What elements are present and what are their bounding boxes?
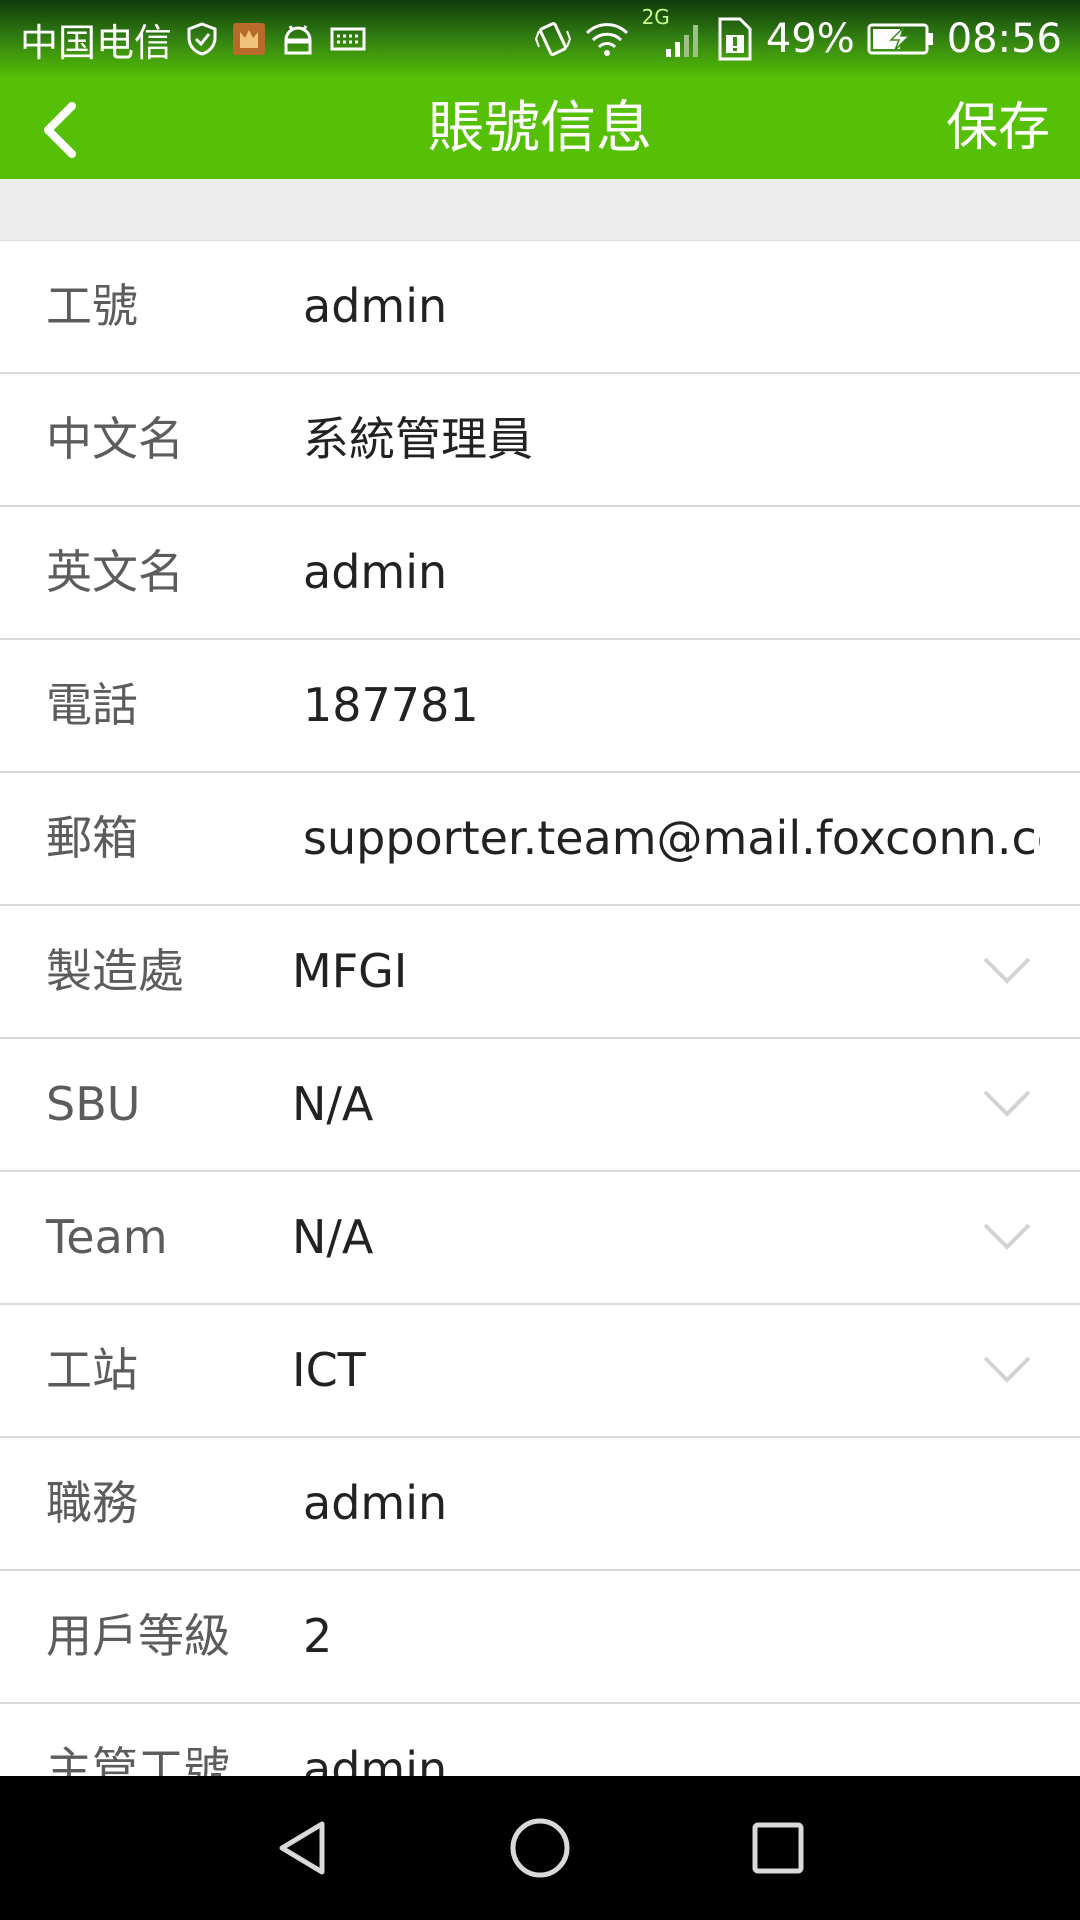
shield-icon	[186, 22, 218, 56]
field-row-phone: 電話 187781	[0, 640, 1080, 773]
app-notification-icon	[232, 22, 266, 56]
field-row-manufacturing-division[interactable]: 製造處 MFGI	[0, 906, 1080, 1039]
save-button[interactable]: 保存	[946, 78, 1050, 179]
chevron-down-icon[interactable]	[982, 1217, 1032, 1257]
keyboard-icon	[330, 25, 366, 53]
field-label: 製造處	[46, 944, 184, 998]
home-circle-icon	[508, 1816, 572, 1880]
battery-charging-icon	[867, 21, 935, 57]
field-row-position: 職務 admin	[0, 1438, 1080, 1571]
field-label: 主管工號	[46, 1742, 230, 1776]
field-label: 工站	[46, 1343, 138, 1397]
field-row-supervisor-id: 主管工號 admin	[0, 1704, 1080, 1776]
employee-id-field[interactable]: admin	[303, 241, 1040, 372]
field-label: 用戶等級	[46, 1609, 230, 1663]
system-nav-bar	[0, 1776, 1080, 1920]
battery-percent: 49%	[765, 16, 855, 62]
team-select[interactable]: N/A	[292, 1172, 942, 1303]
field-row-sbu[interactable]: SBU N/A	[0, 1039, 1080, 1172]
field-row-user-level: 用戶等級 2	[0, 1571, 1080, 1704]
field-label: SBU	[46, 1077, 141, 1131]
chinese-name-field[interactable]: 系統管理員	[303, 374, 1040, 505]
manufacturing-division-select[interactable]: MFGI	[292, 906, 942, 1037]
field-row-email: 郵箱 supporter.team@mail.foxconn.com	[0, 773, 1080, 906]
field-row-workstation[interactable]: 工站 ICT	[0, 1305, 1080, 1438]
back-triangle-icon	[274, 1818, 330, 1878]
wifi-icon	[584, 21, 630, 57]
field-label: 職務	[46, 1476, 138, 1530]
chevron-down-icon[interactable]	[982, 1350, 1032, 1390]
user-level-field[interactable]: 2	[303, 1571, 1040, 1702]
field-row-english-name: 英文名 admin	[0, 507, 1080, 640]
android-icon	[280, 22, 316, 56]
page-title: 賬號信息	[428, 96, 652, 161]
field-label: 英文名	[46, 545, 184, 599]
recents-square-icon	[750, 1820, 806, 1876]
nav-home-button[interactable]	[500, 1808, 580, 1888]
field-label: 中文名	[46, 412, 184, 466]
email-field[interactable]: supporter.team@mail.foxconn.com	[303, 773, 1040, 904]
account-form: 工號 admin 中文名 系統管理員 英文名 admin 電話 187781 郵…	[0, 241, 1080, 1776]
field-label: Team	[46, 1210, 168, 1264]
nav-recents-button[interactable]	[738, 1808, 818, 1888]
status-bar: 中国电信 2G 49% 08:56	[0, 0, 1080, 78]
workstation-select[interactable]: ICT	[292, 1305, 942, 1436]
sim-icon	[716, 17, 754, 61]
chevron-down-icon[interactable]	[982, 951, 1032, 991]
nav-back-button[interactable]	[262, 1808, 342, 1888]
field-label: 工號	[46, 279, 138, 333]
phone-field[interactable]: 187781	[303, 640, 1040, 771]
chevron-down-icon[interactable]	[982, 1084, 1032, 1124]
english-name-field[interactable]: admin	[303, 507, 1040, 638]
clock: 08:56	[946, 16, 1062, 62]
field-label: 電話	[46, 678, 138, 732]
position-field[interactable]: admin	[303, 1438, 1040, 1569]
field-row-employee-id: 工號 admin	[0, 241, 1080, 374]
field-row-chinese-name: 中文名 系統管理員	[0, 374, 1080, 507]
supervisor-id-field[interactable]: admin	[303, 1704, 1040, 1776]
network-type-label: 2G	[641, 5, 670, 29]
field-row-team[interactable]: Team N/A	[0, 1172, 1080, 1305]
carrier-name: 中国电信	[20, 20, 173, 65]
app-bar: 賬號信息 保存	[0, 78, 1080, 179]
header-spacer	[0, 179, 1080, 241]
sbu-select[interactable]: N/A	[292, 1039, 942, 1170]
field-label: 郵箱	[46, 811, 138, 865]
signal-icon	[664, 19, 704, 59]
vibrate-icon	[534, 19, 572, 59]
